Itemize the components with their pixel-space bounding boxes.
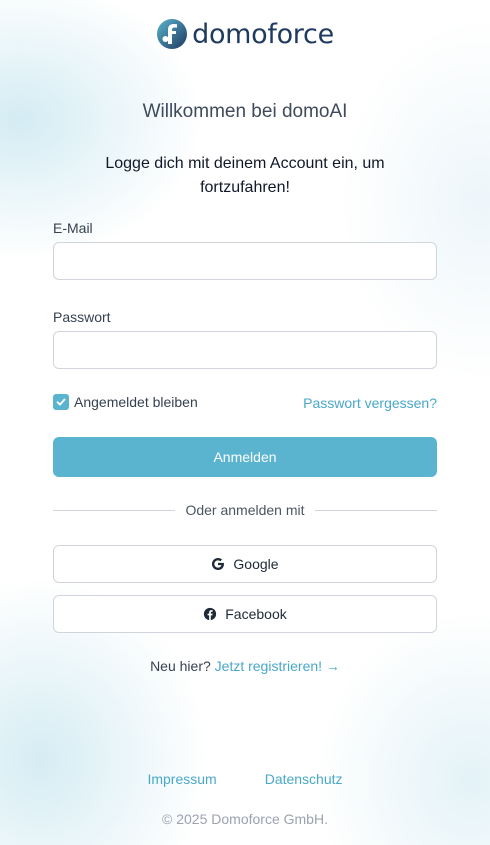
- facebook-icon: [204, 607, 217, 621]
- password-field[interactable]: [53, 331, 437, 369]
- or-divider: Oder anmelden mit: [53, 502, 437, 518]
- divider-line: [314, 509, 437, 511]
- email-field[interactable]: [53, 242, 437, 280]
- remember-me[interactable]: Angemeldet bleiben: [53, 394, 198, 410]
- page-title: Willkommen bei domoAI: [142, 101, 348, 122]
- register-link[interactable]: Jetzt registrieren! →: [215, 658, 340, 674]
- copyright: © 2025 Domoforce GmbH.: [162, 811, 328, 827]
- checkmark-icon: [56, 398, 66, 406]
- google-icon: [212, 557, 225, 571]
- datenschutz-link[interactable]: Datenschutz: [265, 771, 343, 787]
- forgot-password-link[interactable]: Passwort vergessen?: [303, 395, 437, 411]
- remember-label: Angemeldet bleiben: [74, 394, 198, 410]
- page-subtitle: Logge dich mit deinem Account ein, um fo…: [105, 155, 385, 196]
- facebook-login-button[interactable]: Facebook: [53, 595, 437, 633]
- brand-name: domoforce: [192, 18, 334, 50]
- impressum-link[interactable]: Impressum: [147, 771, 216, 787]
- email-label: E-Mail: [53, 220, 93, 236]
- login-button[interactable]: Anmelden: [53, 437, 437, 477]
- password-label: Passwort: [53, 309, 111, 325]
- remember-checkbox[interactable]: [53, 394, 69, 410]
- footer-links: Impressum Datenschutz: [0, 771, 490, 787]
- divider-text: Oder anmelden mit: [185, 502, 305, 518]
- google-label: Google: [233, 556, 279, 572]
- domoforce-logo-icon: [157, 19, 188, 49]
- register-prompt: Neu hier? Jetzt registrieren! →: [0, 658, 490, 674]
- brand-logo: domoforce: [0, 18, 490, 50]
- google-login-button[interactable]: Google: [53, 545, 437, 583]
- register-prompt-text: Neu hier?: [150, 658, 211, 674]
- divider-line: [53, 509, 176, 511]
- facebook-label: Facebook: [225, 606, 287, 622]
